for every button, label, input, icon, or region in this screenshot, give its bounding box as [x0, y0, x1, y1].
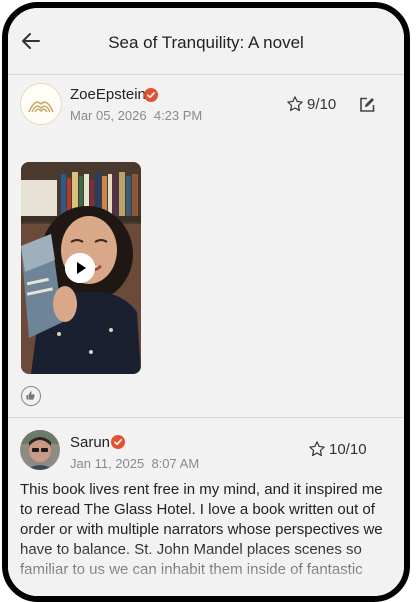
review-card-zoe: ZoeEpstein Mar 05, 2026 4:23 PM 9/10	[8, 75, 404, 415]
top-bar: Sea of Tranquility: A novel	[8, 8, 404, 75]
username[interactable]: ZoeEpstein	[70, 86, 146, 103]
post-time: 4:23 PM	[153, 108, 203, 123]
rating-value: 9/10	[307, 95, 337, 113]
rating: 9/10	[286, 95, 336, 113]
thumbs-up-icon[interactable]	[21, 386, 41, 406]
avatar[interactable]	[20, 83, 62, 125]
rating-value: 10/10	[329, 440, 367, 458]
rating: 10/10	[308, 440, 367, 458]
star-outline-icon	[308, 440, 326, 458]
post-date: Jan 11, 2025 8:07 AM	[70, 456, 199, 471]
phone-frame: Sea of Tranquility: A novel ZoeEpstein M…	[2, 2, 410, 602]
verified-icon	[144, 88, 158, 102]
video-thumbnail[interactable]	[21, 162, 141, 374]
post-date: Mar 05, 2026 4:23 PM	[70, 108, 202, 123]
post-date-day: Jan 11, 2025	[70, 456, 145, 471]
review-text: This book lives rent free in my mind, an…	[20, 481, 383, 578]
edit-icon[interactable]	[358, 96, 376, 114]
review-card-sarun: Sarun Jan 11, 2025 8:07 AM 10/10 This bo…	[8, 418, 404, 596]
username[interactable]: Sarun	[70, 434, 110, 451]
play-icon[interactable]	[65, 253, 95, 283]
avatar[interactable]	[20, 430, 60, 470]
verified-icon	[111, 435, 125, 449]
post-time: 8:07 AM	[151, 456, 200, 471]
star-outline-icon	[286, 95, 304, 113]
post-date-day: Mar 05, 2026	[70, 108, 147, 123]
page-title: Sea of Tranquility: A novel	[108, 33, 304, 52]
